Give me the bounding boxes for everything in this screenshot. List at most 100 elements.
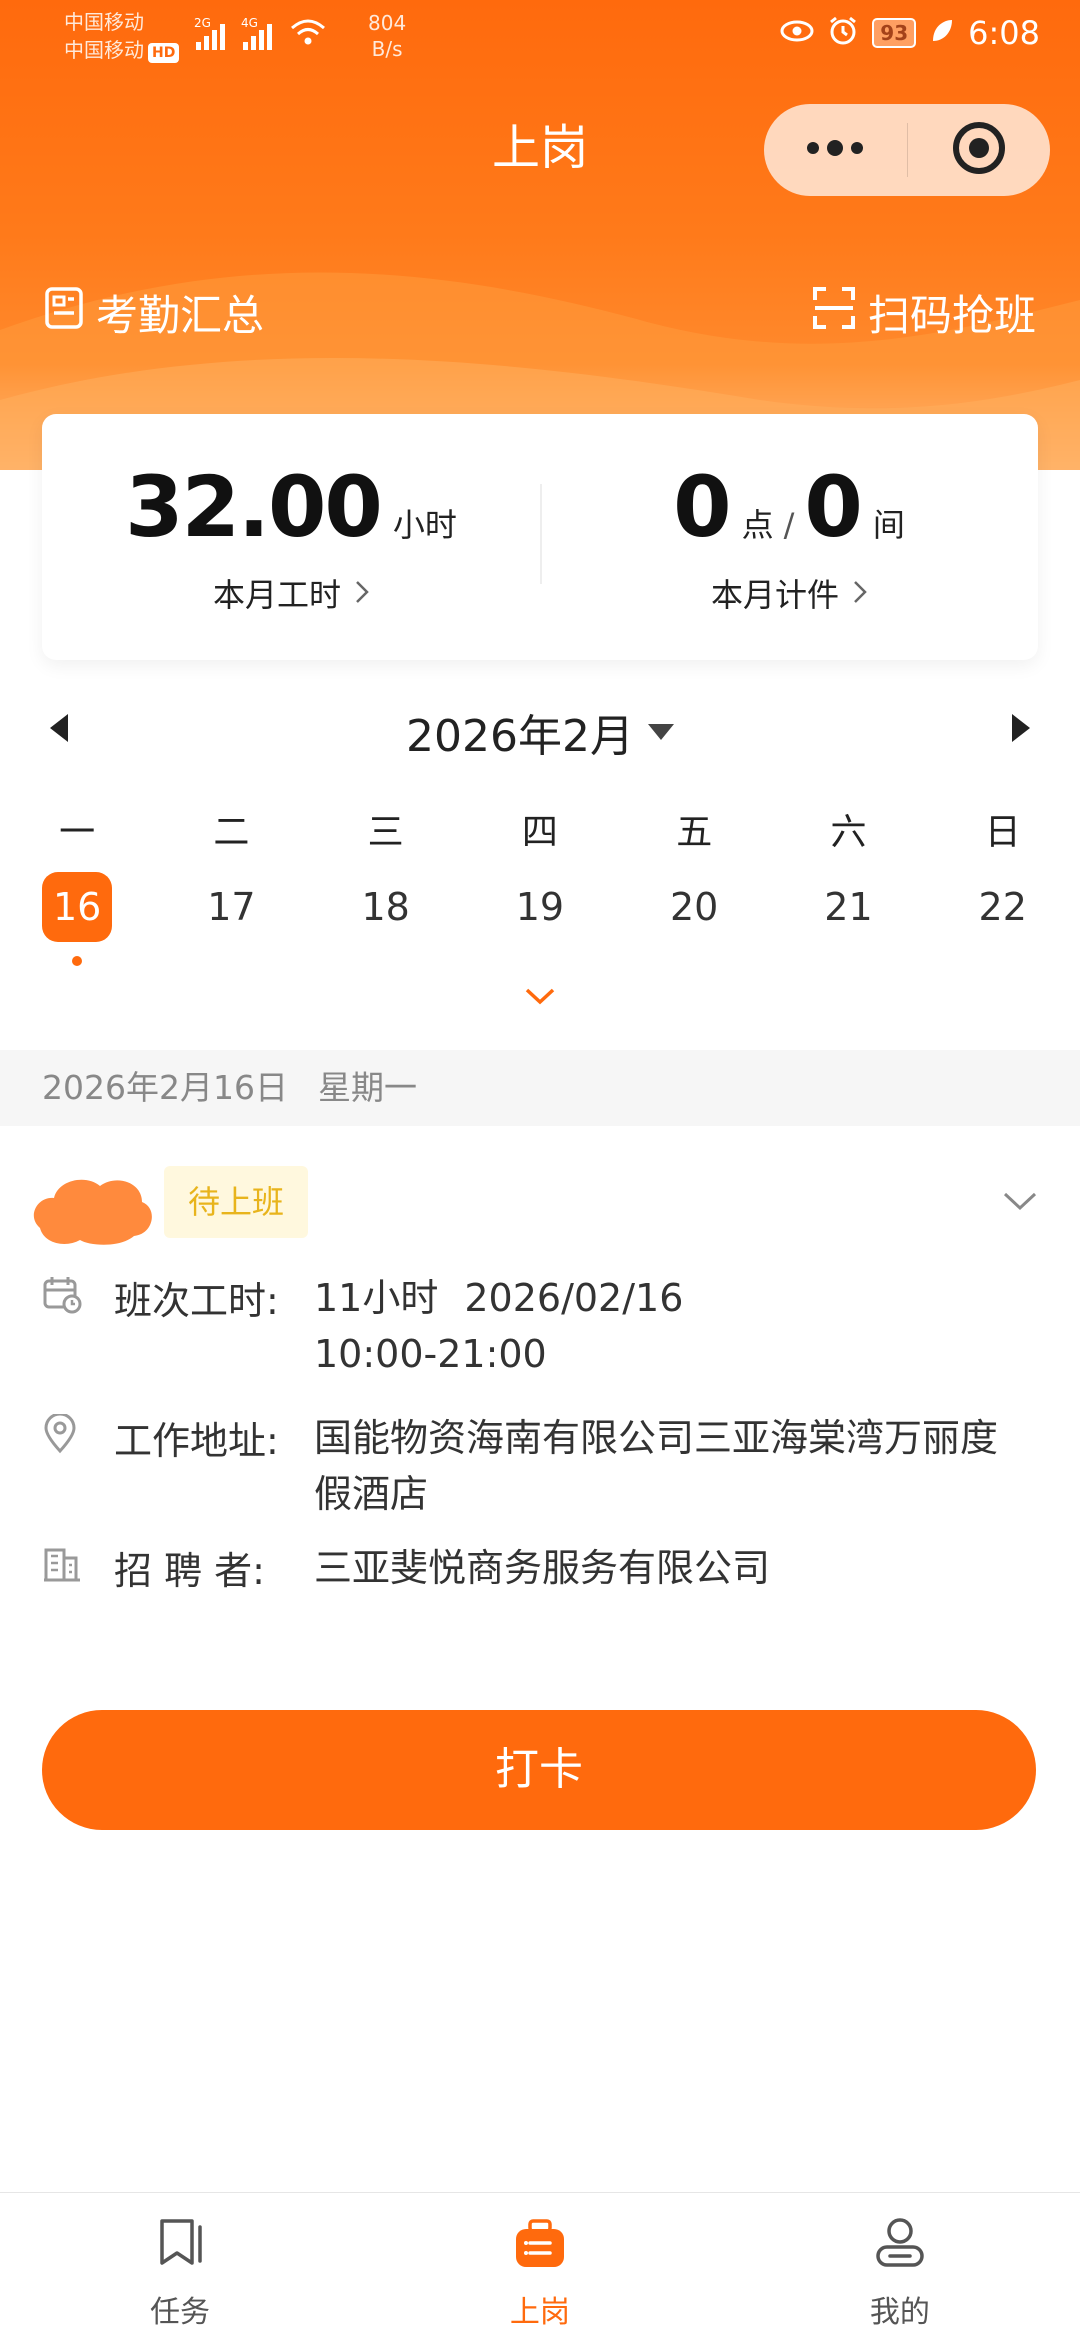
scan-grab-shift-button[interactable]: 扫码抢班 (812, 282, 1036, 343)
monthly-hours[interactable]: 32.00 小时 本月工时 (42, 414, 540, 660)
points-unit: 点 (741, 506, 774, 544)
status-right: 93 6:08 (780, 14, 1040, 52)
mini-program-capsule (764, 104, 1050, 196)
date-number: 22 (978, 885, 1027, 929)
day-mon[interactable]: 一 16 (0, 808, 154, 966)
hours-value: 32.00 (125, 458, 383, 556)
alarm-icon (828, 16, 858, 50)
speed-value: 804 (368, 11, 407, 35)
chevron-right-icon (853, 574, 867, 612)
selected-weekday: 星期一 (317, 1068, 417, 1107)
day-sun[interactable]: 日 22 (926, 808, 1080, 966)
weekday-label: 三 (367, 812, 404, 853)
pieces-separator: / (783, 506, 795, 544)
hours-unit: 小时 (392, 506, 457, 544)
net-type-1: 2G (194, 16, 211, 30)
day-fri[interactable]: 五 20 (617, 808, 771, 966)
signal-4g-icon: 4G (241, 16, 272, 50)
shift-schedule-row: 班次工时: 11小时 2026/02/16 10:00-21:00 (42, 1270, 1034, 1382)
work-address-row: 工作地址: 国能物资海南有限公司三亚海棠湾万丽度假酒店 (42, 1410, 1034, 1522)
address-label: 工作地址: (114, 1419, 279, 1463)
date-number: 18 (361, 885, 410, 929)
recruiter-value: 三亚斐悦商务服务有限公司 (314, 1546, 771, 1590)
location-pin-icon (42, 1412, 84, 1522)
calendar-clock-icon (42, 1274, 84, 1382)
network-speed: 804 B/s (368, 10, 406, 62)
tab-on-duty[interactable]: 上岗 (360, 2193, 720, 2340)
rooms-value: 0 (804, 458, 862, 556)
day-thu[interactable]: 四 19 (463, 808, 617, 966)
carrier-1: 中国移动 (64, 10, 144, 34)
date-number: 19 (515, 885, 565, 929)
status-bar: 中国移动 中国移动 HD 2G 4G 804 B/s 93 6:08 (0, 0, 1080, 80)
attendance-summary-button[interactable]: 考勤汇总 (44, 282, 264, 343)
selected-date-bar: 2026年2月16日 星期一 (0, 1050, 1080, 1126)
pieces-label: 本月计件 (710, 576, 839, 614)
punch-in-button[interactable]: 打卡 (42, 1710, 1036, 1830)
schedule-hours: 11小时 (314, 1276, 439, 1320)
hd-badge: HD (148, 43, 180, 63)
signal-2g-icon: 2G (194, 16, 225, 50)
schedule-value: 11小时 2026/02/16 10:00-21:00 (314, 1270, 1034, 1382)
wifi-icon (290, 18, 326, 50)
building-icon (42, 1544, 84, 1596)
user-icon (872, 2215, 928, 2279)
carrier-2: 中国移动 (64, 38, 144, 62)
eye-icon (780, 19, 814, 47)
recruiter-label: 招 聘 者: (114, 1549, 265, 1593)
carrier-info: 中国移动 中国移动 HD (64, 8, 180, 64)
weekday-label: 六 (830, 812, 867, 853)
date-number: 20 (670, 885, 719, 929)
close-mini-program-button[interactable] (908, 104, 1051, 196)
collapse-shift-button[interactable] (1002, 1190, 1038, 1216)
month-selector[interactable]: 2026年2月 (0, 700, 1080, 764)
battery-indicator: 93 (872, 18, 917, 48)
day-wed[interactable]: 三 18 (309, 808, 463, 966)
signal-indicators: 2G 4G (194, 16, 326, 50)
weekday-label: 日 (984, 812, 1021, 853)
redacted-avatar (30, 1168, 156, 1248)
speed-unit: B/s (371, 37, 403, 61)
caret-down-icon (647, 724, 674, 740)
weekday-label: 一 (59, 812, 96, 853)
tab-tasks[interactable]: 任务 (0, 2193, 360, 2340)
schedule-label: 班次工时: (114, 1279, 279, 1323)
target-icon (951, 120, 1007, 180)
address-value: 国能物资海南有限公司三亚海棠湾万丽度假酒店 (314, 1416, 999, 1516)
schedule-time: 10:00-21:00 (314, 1332, 547, 1376)
rooms-unit: 间 (872, 506, 905, 544)
quick-actions: 考勤汇总 扫码抢班 (0, 282, 1080, 346)
tab-on-duty-label: 上岗 (509, 2295, 570, 2330)
recruiter-row: 招 聘 者: 三亚斐悦商务服务有限公司 (42, 1540, 1034, 1596)
briefcase-icon (512, 2215, 568, 2279)
stats-divider (540, 484, 542, 584)
month-label: 2026年2月 (406, 711, 634, 762)
monthly-pieces[interactable]: 0 点 / 0 间 本月计件 (540, 414, 1038, 660)
report-icon (44, 286, 84, 340)
selected-date: 2026年2月16日 (42, 1068, 288, 1107)
chevron-down-icon (1002, 1192, 1038, 1216)
tab-mine-label: 我的 (869, 2295, 930, 2330)
shift-indicator-dot (72, 956, 83, 966)
hours-label: 本月工时 (212, 576, 341, 614)
expand-calendar-button[interactable] (524, 986, 556, 1010)
schedule-date: 2026/02/16 (464, 1276, 684, 1320)
more-button[interactable] (764, 104, 907, 196)
points-value: 0 (673, 458, 731, 556)
scan-icon (812, 286, 856, 340)
month-navigation: 2026年2月 (0, 700, 1080, 764)
date-number-selected: 16 (42, 872, 113, 942)
date-number: 21 (824, 885, 873, 929)
day-tue[interactable]: 二 17 (154, 808, 308, 966)
leaf-icon (930, 18, 954, 48)
weekday-label: 四 (521, 812, 558, 853)
day-sat[interactable]: 六 21 (771, 808, 925, 966)
tab-mine[interactable]: 我的 (720, 2193, 1080, 2340)
next-week-button[interactable] (1012, 714, 1030, 742)
monthly-stats-card: 32.00 小时 本月工时 0 点 / 0 间 本月计件 (42, 414, 1038, 660)
net-type-2: 4G (241, 16, 258, 30)
scan-grab-shift-label: 扫码抢班 (867, 291, 1036, 340)
clock: 6:08 (968, 14, 1040, 52)
attendance-summary-label: 考勤汇总 (96, 291, 265, 340)
status-badge: 待上班 (164, 1166, 309, 1238)
